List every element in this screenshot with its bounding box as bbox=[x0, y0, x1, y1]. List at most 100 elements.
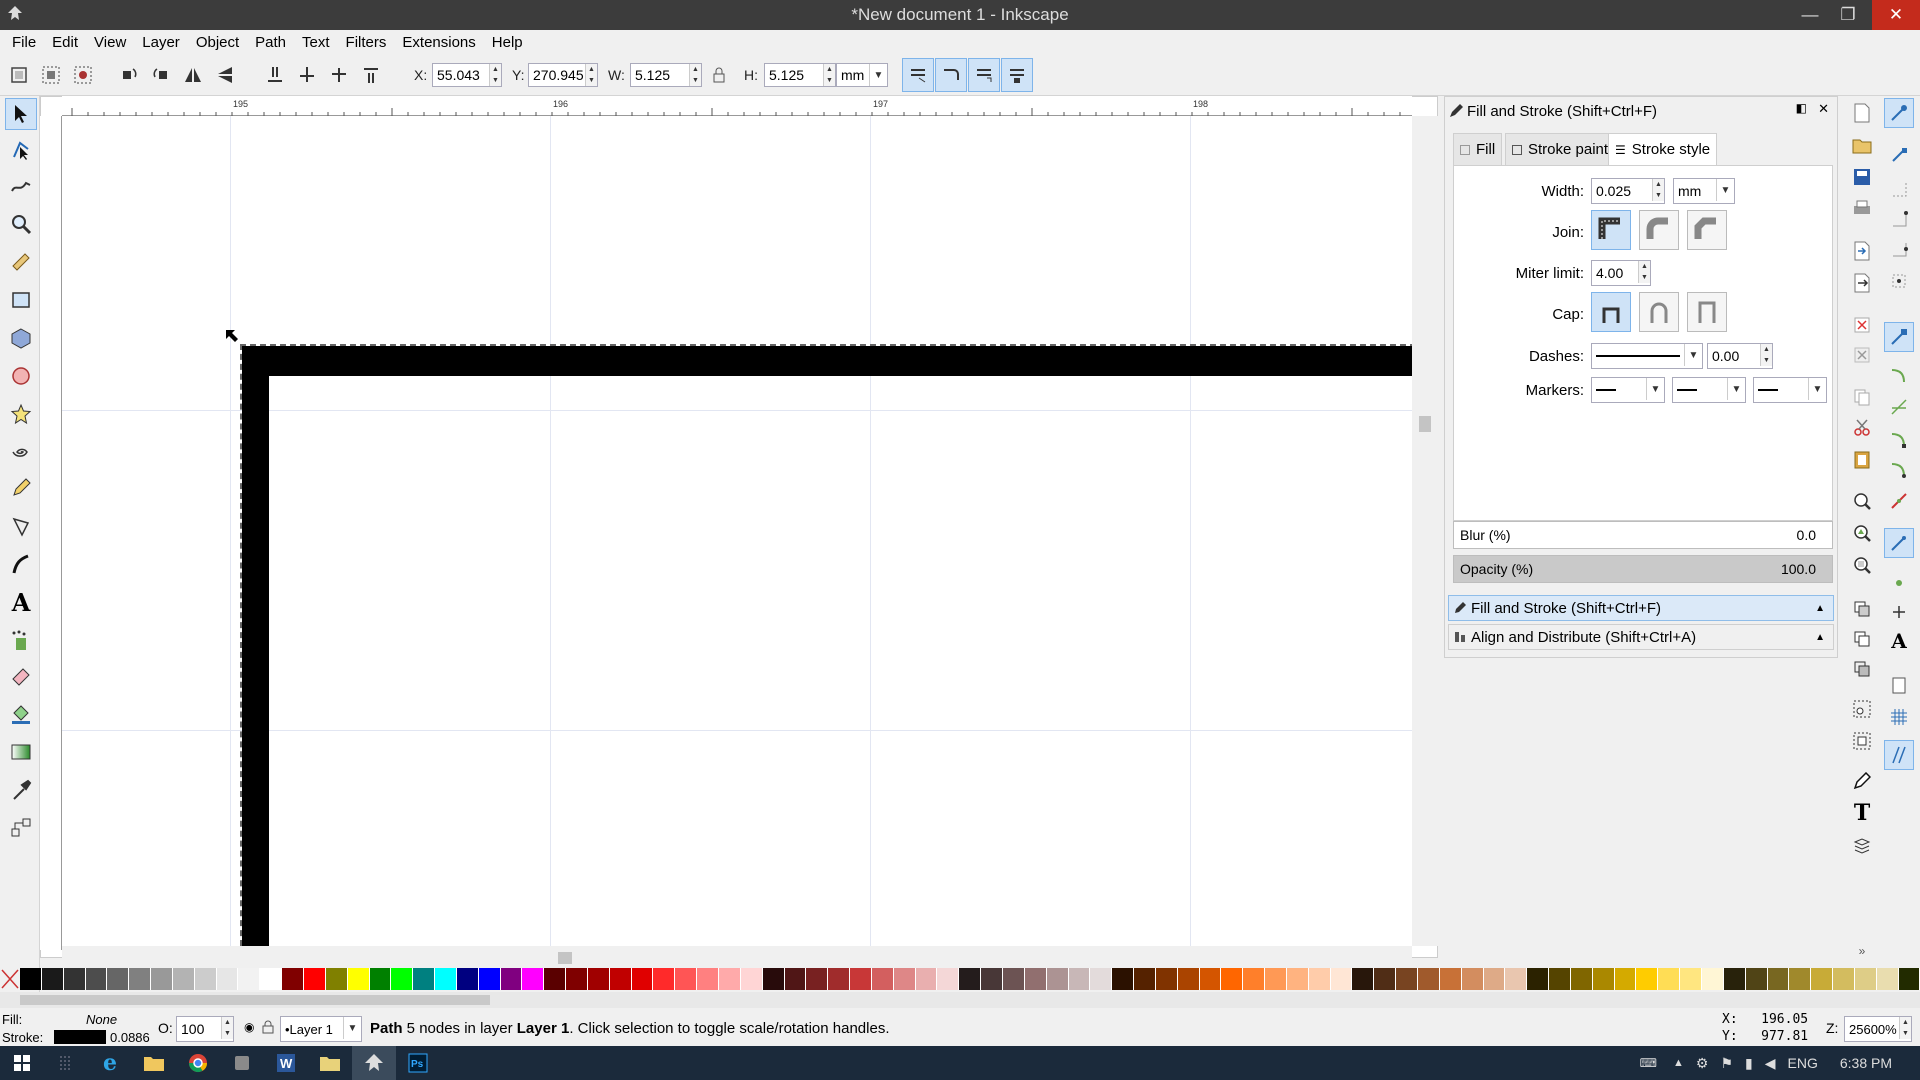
battery-icon[interactable]: ▮ bbox=[1745, 1055, 1753, 1072]
taskbar-inkscape[interactable] bbox=[352, 1046, 396, 1080]
color-swatch[interactable] bbox=[1330, 968, 1353, 990]
color-swatch[interactable] bbox=[1221, 968, 1244, 990]
zoom-tool[interactable] bbox=[5, 208, 37, 240]
raise-to-top-button[interactable] bbox=[358, 62, 384, 88]
text-font-dialog-button[interactable]: T bbox=[1849, 800, 1875, 826]
w-input[interactable]: 5.125 ▲ ▼ bbox=[630, 63, 702, 87]
menu-view[interactable]: View bbox=[86, 34, 134, 51]
pencil-tool[interactable] bbox=[5, 472, 37, 504]
color-swatch[interactable] bbox=[1833, 968, 1855, 990]
color-swatch[interactable] bbox=[107, 968, 130, 990]
color-swatch[interactable] bbox=[762, 968, 785, 990]
collapse-icon[interactable]: ▲ bbox=[1815, 603, 1825, 614]
unit-select[interactable]: mm ▼ bbox=[836, 63, 888, 87]
color-swatch[interactable] bbox=[238, 968, 261, 990]
select-all-layers-button[interactable] bbox=[38, 62, 64, 88]
taskbar-folder[interactable] bbox=[308, 1046, 352, 1080]
color-swatch[interactable] bbox=[1155, 968, 1178, 990]
start-marker-select[interactable]: ▼ bbox=[1591, 377, 1665, 403]
color-swatch[interactable] bbox=[478, 968, 501, 990]
opacity-input[interactable]: 100 ▲ ▼ bbox=[176, 1016, 234, 1042]
color-swatch[interactable] bbox=[85, 968, 108, 990]
join-bevel-button[interactable] bbox=[1687, 210, 1727, 250]
snap-cusp-nodes-toggle[interactable] bbox=[1886, 426, 1912, 452]
menu-layer[interactable]: Layer bbox=[134, 34, 188, 51]
export-button[interactable] bbox=[1849, 270, 1875, 296]
dash-pattern-select[interactable]: ▼ bbox=[1591, 343, 1703, 369]
color-swatch[interactable] bbox=[850, 968, 872, 990]
mid-marker-select[interactable]: ▼ bbox=[1672, 377, 1746, 403]
color-swatch[interactable] bbox=[1811, 968, 1834, 990]
color-swatch[interactable] bbox=[1439, 968, 1462, 990]
color-swatch[interactable] bbox=[1898, 968, 1920, 990]
color-swatch[interactable] bbox=[1527, 968, 1550, 990]
close-button[interactable]: ✕ bbox=[1872, 0, 1920, 30]
pen-tool[interactable] bbox=[5, 510, 37, 542]
color-swatch[interactable] bbox=[609, 968, 632, 990]
measure-tool[interactable] bbox=[5, 246, 37, 278]
color-swatch[interactable] bbox=[937, 968, 960, 990]
minimize-button[interactable]: — bbox=[1792, 0, 1828, 30]
palette-scrollbar[interactable] bbox=[0, 992, 1920, 1008]
color-swatch[interactable] bbox=[806, 968, 829, 990]
snap-others-toggle[interactable] bbox=[1884, 528, 1914, 558]
snap-text-baseline-toggle[interactable]: A bbox=[1886, 628, 1912, 654]
dropper-tool[interactable] bbox=[5, 774, 37, 806]
snap-nodes-toggle[interactable] bbox=[1884, 322, 1914, 352]
color-swatch[interactable] bbox=[1680, 968, 1702, 990]
menu-edit[interactable]: Edit bbox=[44, 34, 86, 51]
color-swatch[interactable] bbox=[63, 968, 86, 990]
color-swatch[interactable] bbox=[1876, 968, 1899, 990]
layer-select[interactable]: •Layer 1 ▼ bbox=[280, 1016, 362, 1042]
tab-fill[interactable]: Fill bbox=[1453, 133, 1503, 165]
color-swatch[interactable] bbox=[1396, 968, 1418, 990]
color-swatch[interactable] bbox=[1199, 968, 1222, 990]
end-marker-select[interactable]: ▼ bbox=[1753, 377, 1827, 403]
network-icon[interactable]: ⚙ bbox=[1696, 1055, 1709, 1072]
menu-extensions[interactable]: Extensions bbox=[394, 34, 483, 51]
selected-path-vertical-stroke[interactable] bbox=[242, 346, 269, 946]
menu-path[interactable]: Path bbox=[247, 34, 294, 51]
zoom-page-button[interactable] bbox=[1849, 552, 1875, 578]
h-input[interactable]: 5.125 ▲ ▼ bbox=[764, 63, 836, 87]
miter-limit-input[interactable]: 4.00 ▲ ▼ bbox=[1591, 260, 1651, 286]
x-stepper-icon[interactable]: ▲ ▼ bbox=[489, 64, 501, 86]
menu-text[interactable]: Text bbox=[294, 34, 338, 51]
flip-horizontal-button[interactable] bbox=[180, 62, 206, 88]
color-swatch[interactable] bbox=[41, 968, 64, 990]
taskbar-file-explorer[interactable] bbox=[132, 1046, 176, 1080]
deselect-button[interactable] bbox=[70, 62, 96, 88]
ungroup-button[interactable] bbox=[1849, 728, 1875, 754]
input-language[interactable]: ENG bbox=[1788, 1055, 1818, 1071]
cut-button[interactable] bbox=[1849, 414, 1875, 440]
maximize-button[interactable]: ❐ bbox=[1830, 0, 1866, 30]
snap-bbox-corner-toggle[interactable] bbox=[1886, 206, 1912, 232]
start-button[interactable] bbox=[0, 1046, 44, 1080]
more-commands-button[interactable]: » bbox=[1849, 938, 1875, 964]
transform-gradients-toggle[interactable] bbox=[968, 58, 1000, 92]
zoom-input[interactable]: 25600% ▲ ▼ bbox=[1844, 1016, 1912, 1042]
h-stepper-icon[interactable]: ▲ ▼ bbox=[823, 64, 835, 86]
lower-button[interactable] bbox=[294, 62, 320, 88]
node-tool[interactable] bbox=[5, 134, 37, 166]
vertical-ruler[interactable] bbox=[40, 116, 62, 950]
color-swatch[interactable] bbox=[172, 968, 195, 990]
duplicate-button[interactable] bbox=[1849, 596, 1875, 622]
spray-tool[interactable] bbox=[5, 624, 37, 656]
collapse-icon[interactable]: ▲ bbox=[1815, 632, 1825, 643]
color-swatch[interactable] bbox=[828, 968, 851, 990]
snap-object-center-toggle[interactable] bbox=[1886, 568, 1912, 594]
color-swatch[interactable] bbox=[959, 968, 982, 990]
color-swatch[interactable] bbox=[1549, 968, 1571, 990]
no-paint-swatch[interactable] bbox=[0, 968, 20, 990]
paint-bucket-tool[interactable] bbox=[5, 698, 37, 730]
menu-file[interactable]: File bbox=[4, 34, 44, 51]
color-swatch[interactable] bbox=[631, 968, 654, 990]
lock-proportions-button[interactable] bbox=[706, 62, 732, 88]
ellipse-tool[interactable] bbox=[5, 360, 37, 392]
blur-slider[interactable]: Blur (%) 0.0 bbox=[1453, 521, 1833, 549]
star-tool[interactable] bbox=[5, 398, 37, 430]
color-swatch[interactable] bbox=[500, 968, 523, 990]
snap-to-paths-toggle[interactable] bbox=[1886, 362, 1912, 388]
zoom-stepper-icon[interactable]: ▲ ▼ bbox=[1899, 1017, 1911, 1039]
